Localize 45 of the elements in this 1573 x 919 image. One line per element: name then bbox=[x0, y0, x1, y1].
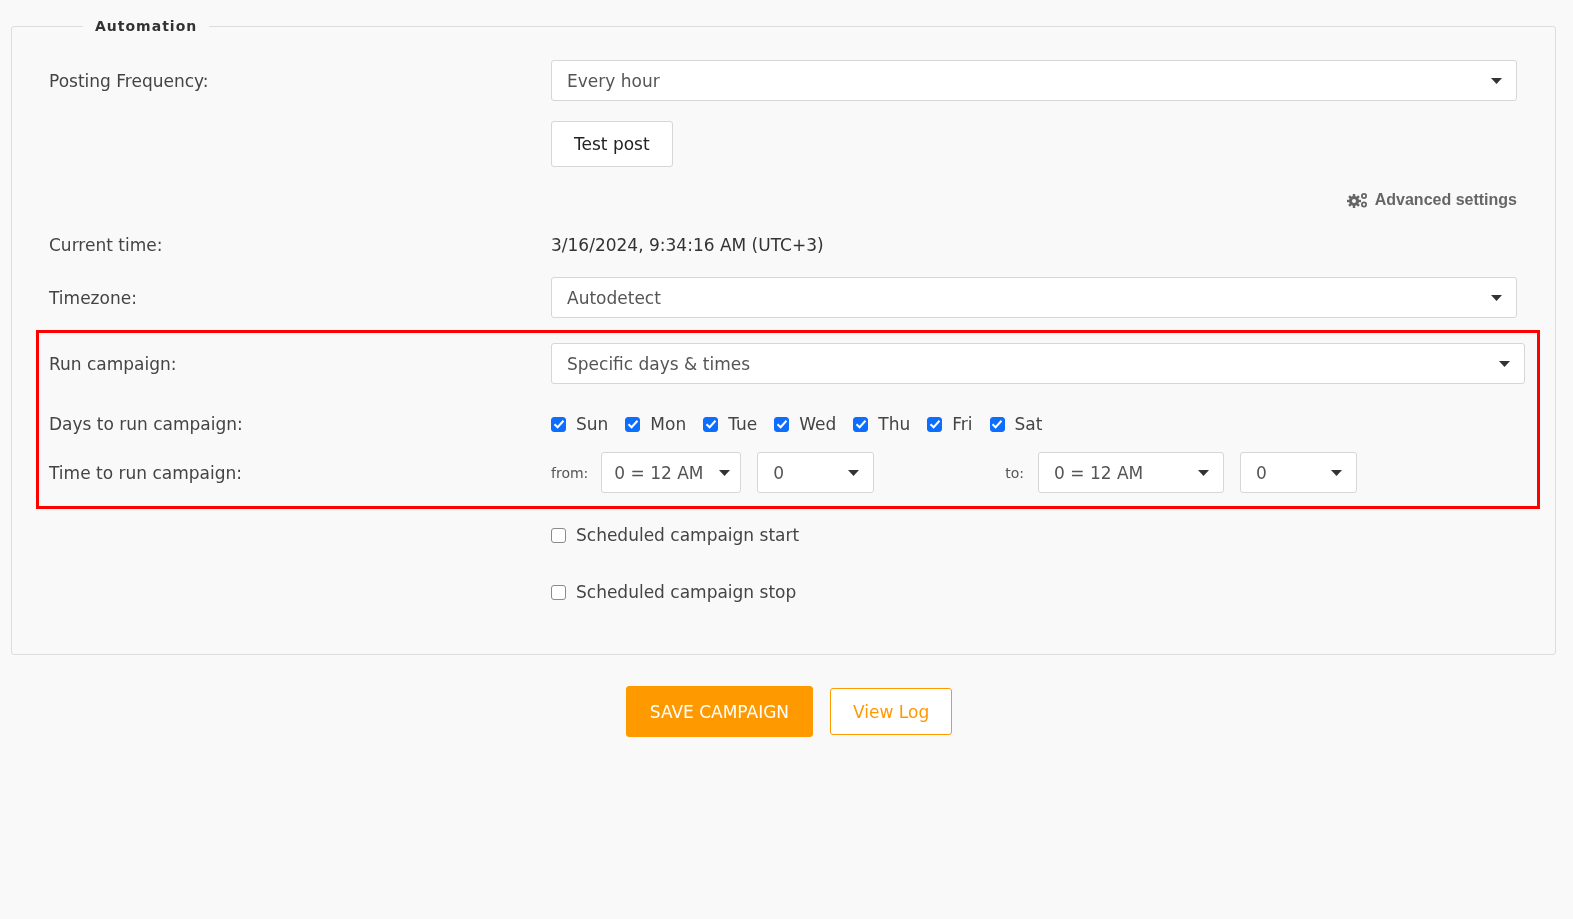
to-label: to: bbox=[1005, 464, 1025, 481]
checkbox-label: Wed bbox=[799, 414, 837, 434]
checkbox[interactable] bbox=[927, 416, 943, 432]
gears-icon bbox=[1346, 192, 1368, 208]
hour-select[interactable]: 0 = 12 AM bbox=[601, 452, 742, 493]
caret-icon bbox=[1198, 469, 1210, 476]
checkbox-label: Scheduled campaign stop bbox=[576, 582, 797, 603]
checkbox[interactable] bbox=[703, 416, 719, 432]
field-label: Posting Frequency: bbox=[49, 70, 209, 91]
caret-icon bbox=[848, 469, 860, 476]
minute-select[interactable]: 0 bbox=[757, 452, 875, 493]
checkbox-label: Mon bbox=[650, 414, 687, 434]
current-time-value: 3/16/2024, 9:34:16 AM (UTC+3) bbox=[551, 235, 824, 255]
caret-icon bbox=[1499, 360, 1510, 367]
caret-icon bbox=[1491, 77, 1502, 84]
checkbox[interactable] bbox=[625, 416, 641, 432]
dropdown-select[interactable]: Specific days & times bbox=[551, 343, 1525, 384]
checkbox-label: Thu bbox=[878, 414, 911, 434]
checkbox-label: Tue bbox=[728, 414, 758, 434]
panel-legend: Automation bbox=[83, 18, 210, 34]
caret-icon bbox=[719, 469, 731, 476]
field-label: Timezone: bbox=[49, 287, 137, 308]
advanced-settings-link[interactable]: Advanced settings bbox=[1374, 191, 1517, 209]
field-label: Time to run campaign: bbox=[49, 462, 242, 483]
checkbox-label: Fri bbox=[952, 414, 973, 434]
minute-select[interactable]: 0 bbox=[1240, 452, 1358, 493]
dropdown-select[interactable]: Every hour bbox=[551, 60, 1517, 101]
checkbox[interactable] bbox=[989, 416, 1005, 432]
checkbox[interactable] bbox=[774, 416, 790, 432]
caret-icon bbox=[1491, 294, 1502, 301]
checkbox[interactable] bbox=[551, 416, 566, 432]
test-post-button[interactable]: Test post bbox=[551, 121, 673, 167]
checkbox-label: Sat bbox=[1014, 414, 1043, 434]
checkbox[interactable] bbox=[853, 416, 869, 432]
from-label: from: bbox=[551, 464, 589, 481]
hour-select[interactable]: 0 = 12 AM bbox=[1038, 452, 1225, 493]
field-label: Current time: bbox=[49, 235, 163, 255]
caret-icon bbox=[1331, 469, 1343, 476]
dropdown-select[interactable]: Autodetect bbox=[551, 277, 1517, 318]
checkbox-label: Sun bbox=[576, 414, 609, 434]
checkbox[interactable] bbox=[551, 584, 566, 600]
checkbox-label: Scheduled campaign start bbox=[576, 525, 800, 546]
checkbox[interactable] bbox=[551, 527, 566, 543]
field-label: Run campaign: bbox=[49, 353, 177, 374]
field-label: Days to run campaign: bbox=[49, 414, 243, 434]
